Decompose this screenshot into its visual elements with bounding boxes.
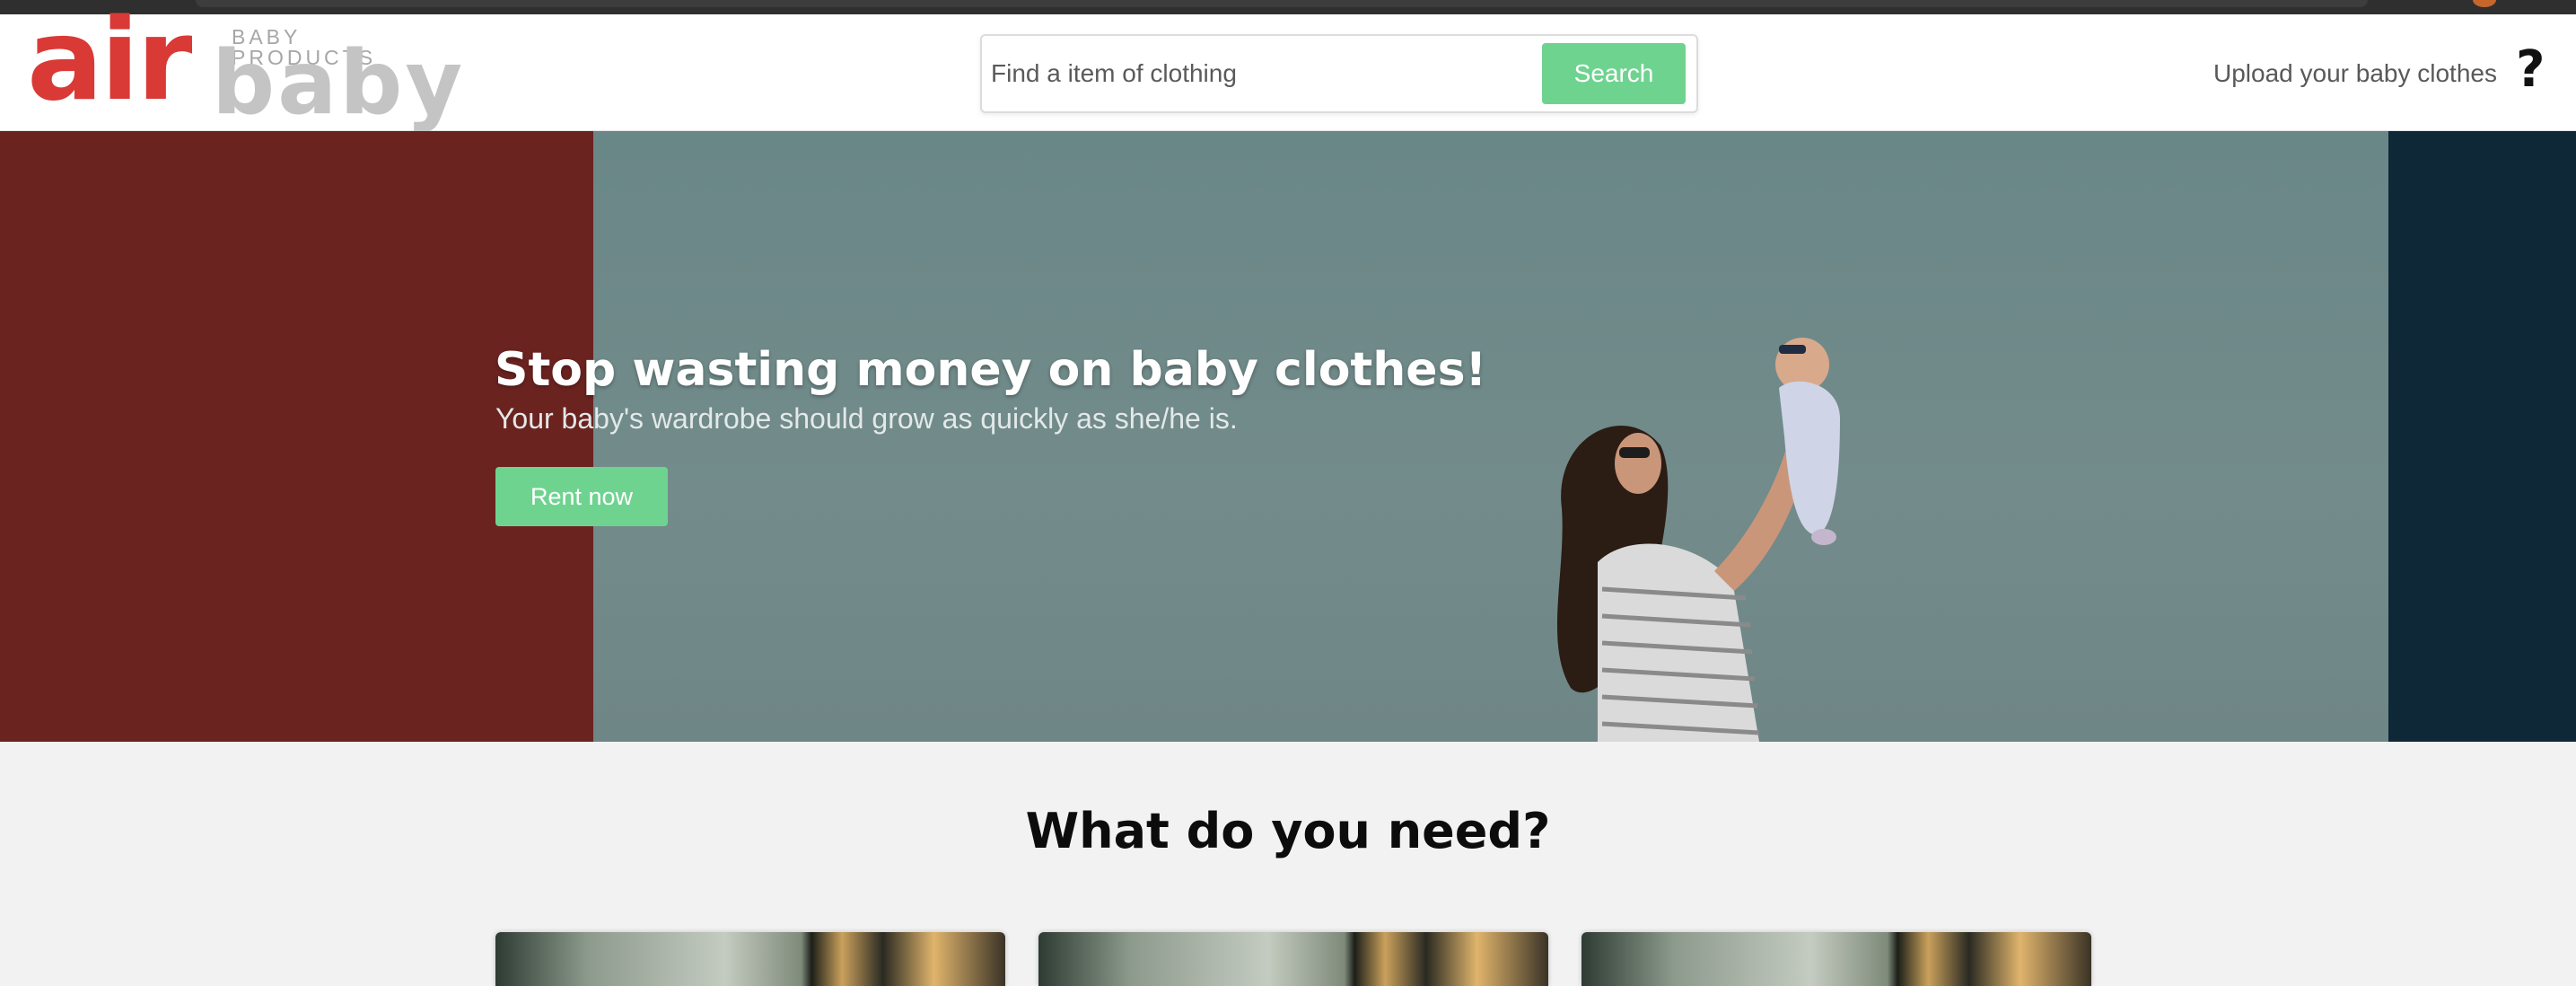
hero-subtitle: Your baby's wardrobe should grow as quic… <box>495 402 1238 435</box>
hero-background-left <box>0 131 593 742</box>
hero-title: Stop wasting money on baby clothes! <box>495 343 1487 397</box>
logo-baby-text: baby <box>212 32 466 135</box>
browser-top-strip <box>0 0 2576 14</box>
upload-clothes-link[interactable]: Upload your baby clothes <box>2213 59 2497 88</box>
section-title-what-do-you-need: What do you need? <box>1025 803 1551 859</box>
question-mark-icon[interactable]: ? <box>2516 45 2545 95</box>
category-card[interactable] <box>1038 932 1548 986</box>
category-card[interactable] <box>1582 932 2091 986</box>
browser-extension-icon[interactable] <box>2473 0 2496 7</box>
search-input[interactable] <box>991 48 1520 99</box>
search-bar: Search <box>980 34 1698 113</box>
hero-background-right <box>2388 131 2576 742</box>
hero-banner: Stop wasting money on baby clothes! Your… <box>0 131 2576 742</box>
browser-tab-bar <box>196 0 2368 7</box>
site-header: air BABY PRODUCTS baby Search Upload you… <box>0 4 2576 131</box>
search-button[interactable]: Search <box>1542 43 1686 104</box>
logo-air-text: air <box>27 0 192 126</box>
hero-background-center <box>593 131 2388 742</box>
rent-now-button[interactable]: Rent now <box>495 467 668 526</box>
category-card[interactable] <box>495 932 1005 986</box>
site-logo[interactable]: air BABY PRODUCTS baby <box>27 4 462 129</box>
hero-photo-mother-baby <box>1556 338 1840 742</box>
